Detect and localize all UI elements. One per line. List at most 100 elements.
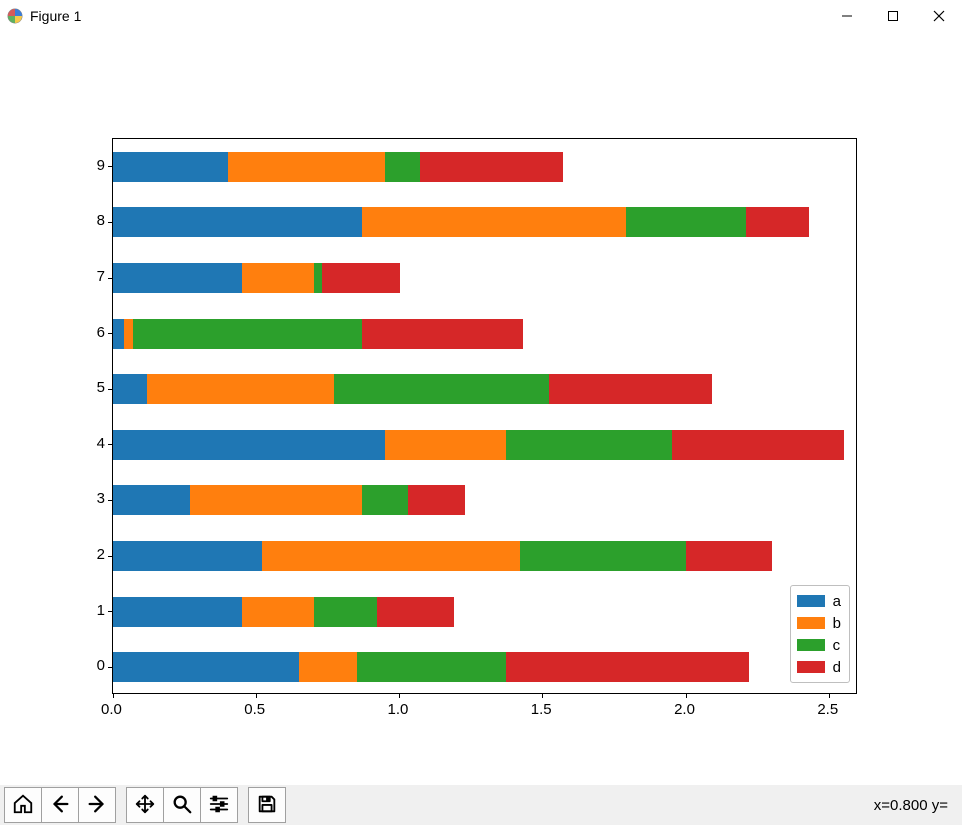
home-button[interactable] bbox=[4, 787, 42, 823]
bar-seg-d bbox=[408, 485, 465, 515]
y-tick-label: 2 bbox=[85, 546, 105, 563]
y-tick bbox=[108, 667, 113, 668]
bar-seg-d bbox=[686, 541, 772, 571]
legend-label-b: b bbox=[833, 615, 841, 632]
y-tick bbox=[108, 389, 113, 390]
legend: a b c d bbox=[790, 585, 850, 683]
y-tick-label: 9 bbox=[85, 157, 105, 174]
bar-seg-b bbox=[242, 263, 314, 293]
bar-seg-d bbox=[746, 207, 809, 237]
y-tick bbox=[108, 500, 113, 501]
bar-seg-d bbox=[322, 263, 399, 293]
y-tick bbox=[108, 556, 113, 557]
bar-seg-c bbox=[357, 652, 506, 682]
nav-toolbar: x=0.800 y= bbox=[0, 785, 962, 825]
x-tick-label: 0.0 bbox=[101, 701, 122, 718]
x-tick bbox=[256, 693, 257, 698]
title-bar: Figure 1 bbox=[0, 0, 962, 32]
x-tick-label: 2.0 bbox=[674, 701, 695, 718]
bar-seg-a bbox=[113, 374, 147, 404]
x-tick bbox=[542, 693, 543, 698]
x-tick bbox=[399, 693, 400, 698]
legend-swatch-d bbox=[797, 661, 825, 673]
bar-seg-c bbox=[334, 374, 549, 404]
magnifier-icon bbox=[171, 793, 193, 818]
y-tick bbox=[108, 222, 113, 223]
bar-seg-b bbox=[190, 485, 362, 515]
bar-seg-a bbox=[113, 152, 228, 182]
legend-entry-b: b bbox=[797, 612, 841, 634]
app-icon bbox=[6, 7, 24, 25]
bar-seg-a bbox=[113, 263, 242, 293]
bar-seg-b bbox=[242, 597, 314, 627]
bar-seg-a bbox=[113, 430, 385, 460]
arrow-left-icon bbox=[49, 793, 71, 818]
arrow-right-icon bbox=[86, 793, 108, 818]
bar-seg-d bbox=[377, 597, 454, 627]
bar-seg-c bbox=[314, 597, 377, 627]
zoom-button[interactable] bbox=[163, 787, 201, 823]
bar-seg-d bbox=[420, 152, 563, 182]
minimize-button[interactable] bbox=[824, 0, 870, 32]
bar-seg-b bbox=[228, 152, 386, 182]
cursor-position: x=0.800 y= bbox=[874, 797, 948, 814]
home-icon bbox=[12, 793, 34, 818]
x-tick bbox=[113, 693, 114, 698]
legend-swatch-c bbox=[797, 639, 825, 651]
bar-seg-a bbox=[113, 485, 190, 515]
axes: a b c d 0.00.51.01.52.02.50123456789 bbox=[112, 138, 857, 694]
bar-seg-b bbox=[147, 374, 333, 404]
bar-seg-b bbox=[262, 541, 520, 571]
y-tick-label: 1 bbox=[85, 602, 105, 619]
legend-swatch-a bbox=[797, 595, 825, 607]
bar-seg-c bbox=[385, 152, 419, 182]
bar-seg-a bbox=[113, 207, 362, 237]
bar-seg-a bbox=[113, 652, 299, 682]
close-button[interactable] bbox=[916, 0, 962, 32]
save-button[interactable] bbox=[248, 787, 286, 823]
x-tick-label: 1.5 bbox=[531, 701, 552, 718]
bar-seg-b bbox=[124, 319, 133, 349]
y-tick bbox=[108, 333, 113, 334]
bar-seg-c bbox=[362, 485, 408, 515]
y-tick-label: 6 bbox=[85, 324, 105, 341]
y-tick bbox=[108, 166, 113, 167]
x-tick bbox=[686, 693, 687, 698]
bar-seg-d bbox=[506, 652, 750, 682]
bar-seg-c bbox=[506, 430, 672, 460]
y-tick-label: 0 bbox=[85, 657, 105, 674]
figure-canvas[interactable]: a b c d 0.00.51.01.52.02.50123456789 bbox=[0, 32, 962, 785]
maximize-button[interactable] bbox=[870, 0, 916, 32]
sliders-icon bbox=[208, 793, 230, 818]
bar-seg-c bbox=[133, 319, 362, 349]
legend-entry-a: a bbox=[797, 590, 841, 612]
window-title: Figure 1 bbox=[30, 8, 81, 24]
bar-seg-a bbox=[113, 597, 242, 627]
forward-button[interactable] bbox=[78, 787, 116, 823]
save-icon bbox=[256, 793, 278, 818]
x-tick-label: 0.5 bbox=[244, 701, 265, 718]
back-button[interactable] bbox=[41, 787, 79, 823]
bar-seg-a bbox=[113, 541, 262, 571]
x-tick bbox=[829, 693, 830, 698]
bar-seg-c bbox=[314, 263, 323, 293]
pan-button[interactable] bbox=[126, 787, 164, 823]
legend-label-c: c bbox=[833, 637, 841, 654]
bar-seg-d bbox=[549, 374, 712, 404]
bar-seg-c bbox=[520, 541, 686, 571]
bar-seg-d bbox=[672, 430, 844, 460]
legend-label-d: d bbox=[833, 659, 841, 676]
bar-seg-b bbox=[362, 207, 626, 237]
x-tick-label: 2.5 bbox=[817, 701, 838, 718]
bar-seg-c bbox=[626, 207, 746, 237]
y-tick bbox=[108, 278, 113, 279]
bar-seg-b bbox=[299, 652, 356, 682]
y-tick bbox=[108, 611, 113, 612]
configure-button[interactable] bbox=[200, 787, 238, 823]
legend-entry-d: d bbox=[797, 656, 841, 678]
bar-seg-a bbox=[113, 319, 124, 349]
legend-swatch-b bbox=[797, 617, 825, 629]
bar-seg-b bbox=[385, 430, 505, 460]
y-tick-label: 4 bbox=[85, 435, 105, 452]
y-tick-label: 7 bbox=[85, 268, 105, 285]
